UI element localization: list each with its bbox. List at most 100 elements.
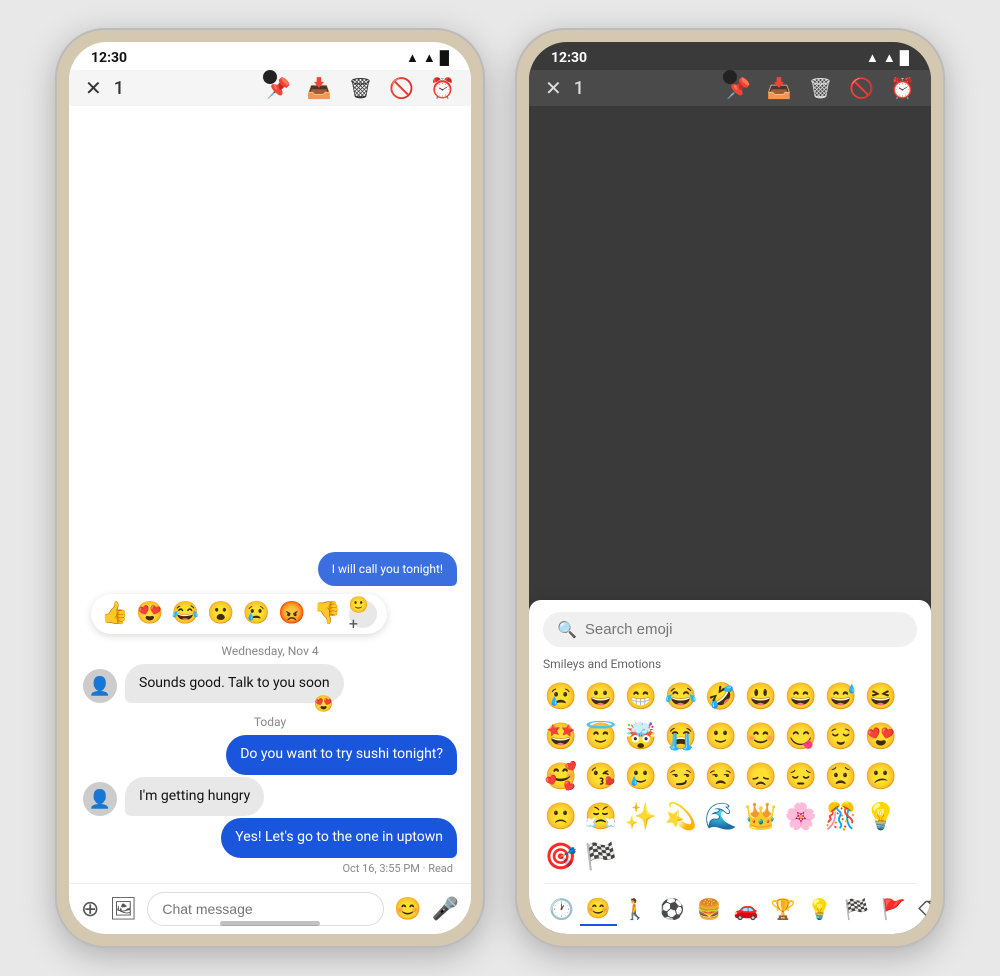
archive-icon-2[interactable]: 📥 — [767, 76, 792, 100]
emoji-item[interactable]: 😘 — [583, 759, 619, 795]
emoji-nav-people[interactable]: 🚶 — [617, 893, 654, 925]
reaction-bar-1: 👍 😍 😂 😮 😢 😡 👎 🙂+ — [91, 594, 387, 634]
emoji-item[interactable]: 😄 — [783, 679, 819, 715]
reaction-badge-1: 😍 — [314, 694, 334, 713]
emoji-item[interactable]: 😃 — [743, 679, 779, 715]
chat-messages-1: I will call you tonight! 👍 😍 😂 😮 😢 😡 👎 🙂… — [69, 106, 471, 883]
delete-icon-2[interactable]: 🗑 — [808, 76, 833, 100]
emoji-item[interactable]: 😟 — [823, 759, 859, 795]
reaction-wow-1[interactable]: 😮 — [207, 601, 234, 626]
emoji-nav: 🕐 😊 🚶 ⚽ 🍔 🚗 🏆 💡 🏁 🚩 ⌫ — [543, 883, 917, 926]
emoji-item[interactable]: 😔 — [783, 759, 819, 795]
reaction-thumbsup-1[interactable]: 👍 — [101, 601, 128, 626]
bubble-hungry-1: I'm getting hungry — [125, 777, 264, 817]
emoji-nav-food[interactable]: 🍔 — [691, 893, 728, 925]
emoji-item[interactable]: 😆 — [863, 679, 899, 715]
emoji-item[interactable]: 😕 — [863, 759, 899, 795]
emoji-item[interactable]: 😏 — [663, 759, 699, 795]
emoji-item[interactable]: 😍 — [863, 719, 899, 755]
partial-message-1: I will call you tonight! — [318, 552, 457, 586]
emoji-item[interactable]: 😇 — [583, 719, 619, 755]
archive-icon-1[interactable]: 📥 — [307, 76, 332, 100]
emoji-icon-1[interactable]: 😊 — [394, 897, 421, 922]
emoji-nav-smileys[interactable]: 😊 — [580, 892, 617, 926]
add-reaction-button-1[interactable]: 🙂+ — [349, 600, 377, 628]
message-row-hungry-1: 👤 I'm getting hungry — [83, 777, 457, 817]
emoji-item[interactable]: ✨ — [623, 799, 659, 835]
emoji-item[interactable]: 🤯 — [623, 719, 659, 755]
emoji-item[interactable]: 🙁 — [543, 799, 579, 835]
mic-icon-1[interactable]: 🎤 — [432, 897, 459, 922]
snooze-icon-2[interactable]: ⏰ — [890, 76, 915, 100]
action-bar-left-1: ✕ 1 — [85, 76, 246, 100]
emoji-item[interactable]: 😢 — [543, 679, 579, 715]
signal-icon-1: ▲ — [423, 50, 436, 66]
emoji-search-bar[interactable]: 🔍 — [543, 612, 917, 647]
reaction-heart-1[interactable]: 😍 — [136, 601, 163, 626]
emoji-item[interactable]: 🤩 — [543, 719, 579, 755]
emoji-nav-travel[interactable]: 🚗 — [728, 893, 765, 925]
emoji-search-input[interactable] — [585, 621, 903, 638]
selection-count-1: 1 — [114, 78, 124, 99]
emoji-item[interactable]: 😒 — [703, 759, 739, 795]
emoji-item[interactable]: 🤣 — [703, 679, 739, 715]
emoji-item[interactable]: 🥰 — [543, 759, 579, 795]
emoji-item[interactable]: 💫 — [663, 799, 699, 835]
emoji-item[interactable]: 😀 — [583, 679, 619, 715]
emoji-item[interactable]: 🙂 — [703, 719, 739, 755]
action-bar-icons-2: 📌 📥 🗑 🚫 ⏰ — [726, 76, 915, 100]
message-row-uptown-1: Yes! Let's go to the one in uptown — [83, 818, 457, 858]
reaction-angry-1[interactable]: 😡 — [278, 601, 305, 626]
emoji-item[interactable]: 😞 — [743, 759, 779, 795]
emoji-nav-recent[interactable]: 🕐 — [543, 893, 580, 925]
message-row-received-1: 👤 Sounds good. Talk to you soon 😍 — [83, 664, 457, 704]
media-icon-1[interactable]: 🖼 — [109, 897, 137, 922]
emoji-item[interactable]: 🥲 — [623, 759, 659, 795]
close-button-2[interactable]: ✕ — [545, 76, 562, 100]
camera-2 — [723, 70, 737, 84]
status-bar-2: 12:30 ▲ ▲ █ — [529, 42, 931, 70]
emoji-nav-backspace[interactable]: ⌫ — [912, 893, 931, 925]
emoji-nav-symbols[interactable]: 💡 — [801, 893, 838, 925]
emoji-item[interactable]: 😁 — [623, 679, 659, 715]
message-row-sushi-1: Do you want to try sushi tonight? — [83, 735, 457, 775]
emoji-picker: 🔍 Smileys and Emotions 😢 😀 😁 😂 🤣 😃 😄 😅 😆 — [529, 600, 931, 934]
reaction-laugh-1[interactable]: 😂 — [172, 601, 199, 626]
camera-1 — [263, 70, 277, 84]
wifi-icon-1: ▲ — [406, 50, 419, 66]
emoji-item[interactable]: 🏁 — [583, 839, 619, 875]
block-icon-1[interactable]: 🚫 — [389, 76, 414, 100]
emoji-nav-flag2[interactable]: 🚩 — [875, 893, 912, 925]
emoji-nav-activities[interactable]: ⚽ — [654, 893, 691, 925]
emoji-item[interactable]: 😊 — [743, 719, 779, 755]
bubble-uptown-1: Yes! Let's go to the one in uptown — [221, 818, 457, 858]
emoji-item[interactable]: 😭 — [663, 719, 699, 755]
emoji-item[interactable]: 🎯 — [543, 839, 579, 875]
emoji-item[interactable]: 🌸 — [783, 799, 819, 835]
emoji-item[interactable]: 🎊 — [823, 799, 859, 835]
add-icon-1[interactable]: ⊕ — [81, 897, 99, 922]
block-icon-2[interactable]: 🚫 — [849, 76, 874, 100]
snooze-icon-1[interactable]: ⏰ — [430, 76, 455, 100]
phone-1-screen: 12:30 ▲ ▲ █ ✕ 1 📌 📥 🗑 🚫 ⏰ — [69, 42, 471, 934]
emoji-item[interactable]: 😅 — [823, 679, 859, 715]
reaction-sad-1[interactable]: 😢 — [243, 601, 270, 626]
selection-count-2: 1 — [574, 78, 584, 99]
phone-1: 12:30 ▲ ▲ █ ✕ 1 📌 📥 🗑 🚫 ⏰ — [55, 28, 485, 948]
emoji-item[interactable]: 👑 — [743, 799, 779, 835]
emoji-item[interactable]: 😂 — [663, 679, 699, 715]
emoji-nav-objects[interactable]: 🏆 — [764, 893, 801, 925]
close-button-1[interactable]: ✕ — [85, 76, 102, 100]
phone-2-screen: 12:30 ▲ ▲ █ ✕ 1 📌 📥 🗑 🚫 ⏰ — [529, 42, 931, 934]
emoji-item[interactable]: 😋 — [783, 719, 819, 755]
emoji-item[interactable]: 😤 — [583, 799, 619, 835]
emoji-item[interactable]: 😌 — [823, 719, 859, 755]
avatar-1: 👤 — [83, 669, 117, 703]
delete-icon-1[interactable]: 🗑 — [348, 76, 373, 100]
reaction-dislike-1[interactable]: 👎 — [313, 601, 340, 626]
emoji-nav-flags[interactable]: 🏁 — [838, 893, 875, 925]
emoji-item[interactable]: 💡 — [863, 799, 899, 835]
emoji-category-label: Smileys and Emotions — [543, 657, 917, 671]
date-label-today-1: Today — [83, 715, 457, 729]
emoji-item[interactable]: 🌊 — [703, 799, 739, 835]
